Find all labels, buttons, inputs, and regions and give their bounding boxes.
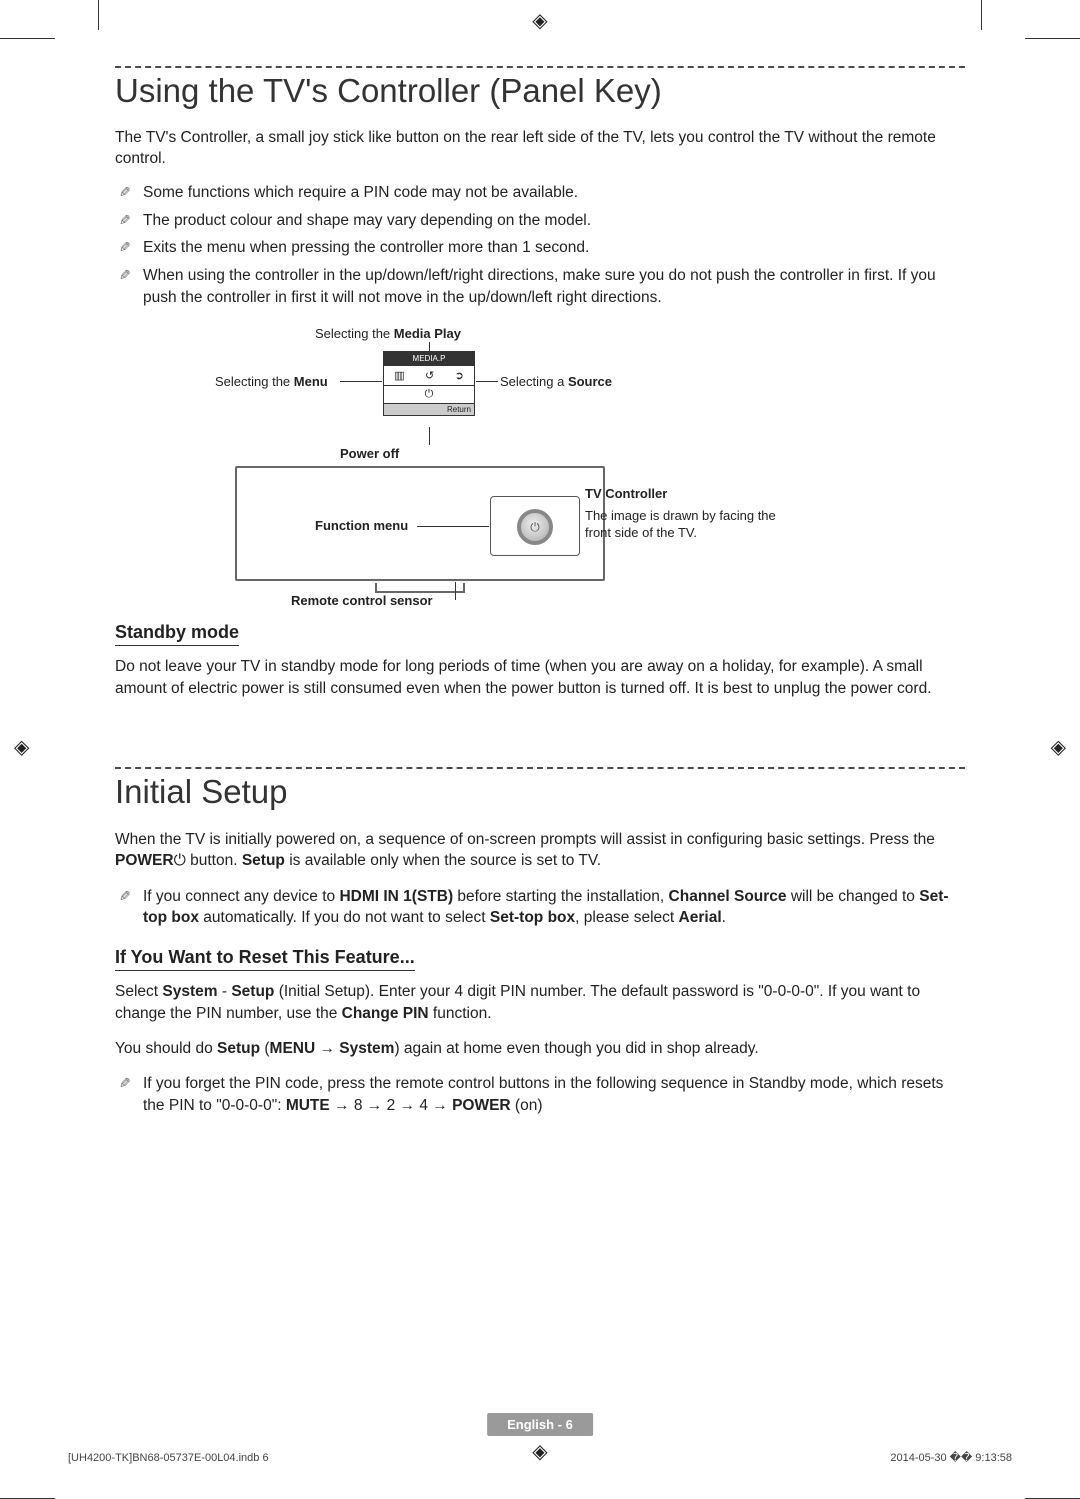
leader-line	[417, 526, 489, 527]
section-rule	[115, 767, 965, 769]
reset-p1: Select System - Setup (Initial Setup). E…	[115, 981, 965, 1024]
leader-line	[340, 381, 382, 382]
leader-line	[429, 342, 430, 352]
doc-footer-left: [UH4200-TK]BN68-05737E-00L04.indb 6	[68, 1452, 269, 1464]
menu-header: MEDIA.P	[384, 352, 474, 365]
note-item: If you connect any device to HDMI IN 1(S…	[115, 886, 965, 929]
controller-diagram: MEDIA.P ▥ ↺ ➲ ⏻ Return Selecting the Med…	[115, 326, 965, 606]
label-remote-sensor: Remote control sensor	[291, 593, 433, 608]
leader-line	[476, 381, 498, 382]
leader-line	[455, 582, 456, 600]
note-item: Some functions which require a PIN code …	[115, 182, 965, 204]
menu-icon: ▥	[394, 369, 404, 382]
note-item: The product colour and shape may vary de…	[115, 210, 965, 232]
intro-text: The TV's Controller, a small joy stick l…	[115, 128, 965, 170]
standby-text: Do not leave your TV in standby mode for…	[115, 656, 965, 699]
function-menu-box: MEDIA.P ▥ ↺ ➲ ⏻ Return	[383, 351, 475, 416]
power-icon: ⏻	[425, 388, 434, 400]
standby-heading: Standby mode	[115, 622, 239, 646]
joystick-icon	[517, 509, 553, 545]
label-source: Selecting a Source	[500, 374, 612, 389]
power-icon: ⏻	[174, 852, 186, 869]
reset-heading: If You Want to Reset This Feature...	[115, 947, 415, 971]
page-footer: English - 6	[487, 1413, 593, 1436]
crop-mark	[98, 0, 99, 30]
note-list: Some functions which require a PIN code …	[115, 182, 965, 308]
registration-mark-icon: ◈	[14, 735, 29, 760]
initial-setup-intro: When the TV is initially powered on, a s…	[115, 829, 965, 872]
source-icon: ➲	[455, 369, 464, 382]
tv-stand	[375, 583, 465, 593]
label-tv-controller-desc: The image is drawn by facing the front s…	[585, 508, 785, 542]
note-item: When using the controller in the up/down…	[115, 265, 965, 308]
section-title: Initial Setup	[115, 773, 965, 811]
registration-mark-icon: ◈	[1051, 735, 1066, 760]
note-item: Exits the menu when pressing the control…	[115, 237, 965, 259]
note-item: If you forget the PIN code, press the re…	[115, 1073, 965, 1116]
label-function-menu: Function menu	[315, 518, 408, 533]
return-icon: ↺	[425, 369, 434, 382]
menu-return-label: Return	[384, 403, 474, 415]
registration-mark-icon: ◈	[532, 1439, 547, 1464]
section-title: Using the TV's Controller (Panel Key)	[115, 72, 965, 110]
label-tv-controller: TV Controller	[585, 486, 667, 501]
leader-line	[429, 427, 430, 445]
label-menu: Selecting the Menu	[215, 374, 328, 389]
crop-mark	[1025, 38, 1080, 39]
label-power-off: Power off	[340, 446, 399, 461]
doc-footer-right: 2014-05-30 �� 9:13:58	[890, 1451, 1012, 1464]
registration-mark-icon: ◈	[532, 8, 547, 33]
label-media-play: Selecting the Media Play	[315, 326, 461, 341]
crop-mark	[981, 0, 982, 30]
section-rule	[115, 66, 965, 68]
crop-mark	[0, 38, 55, 39]
reset-p2: You should do Setup (MENU → System) agai…	[115, 1038, 965, 1059]
